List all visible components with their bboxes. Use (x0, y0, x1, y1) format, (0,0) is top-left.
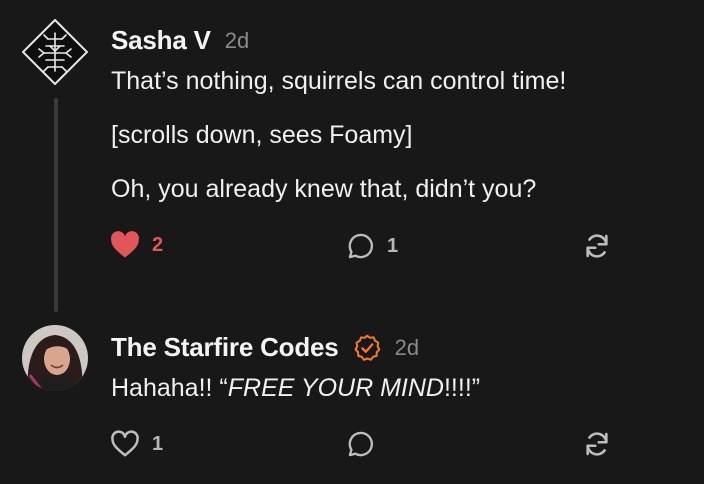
reply-count: 1 (387, 234, 399, 257)
reply-button[interactable] (347, 430, 375, 458)
reply-button[interactable]: 1 (347, 232, 398, 260)
author-name[interactable]: The Starfire Codes (111, 332, 339, 363)
like-count: 2 (152, 233, 164, 256)
thread-line[interactable] (54, 98, 58, 312)
comment-paragraph: Hahaha!! “FREE YOUR MIND!!!!” (111, 374, 480, 403)
comment-text-italic: FREE YOUR MIND (227, 374, 444, 402)
refresh-icon (586, 432, 608, 456)
restack-button[interactable] (583, 232, 611, 260)
like-button[interactable]: 2 (110, 231, 163, 259)
comment-text-prefix: Hahaha!! “ (111, 374, 228, 402)
timestamp[interactable]: 2d (225, 28, 249, 54)
user-photo-avatar (22, 325, 88, 391)
rune-diamond-icon (22, 19, 88, 85)
comment-header: The Starfire Codes 2d (111, 332, 419, 363)
like-count: 1 (152, 432, 164, 455)
restack-button[interactable] (583, 430, 611, 458)
comment-header: Sasha V 2d (111, 25, 249, 56)
avatar[interactable] (22, 325, 88, 391)
like-button[interactable]: 1 (110, 430, 163, 458)
verified-badge-icon (353, 334, 381, 362)
comment-paragraph: That’s nothing, squirrels can control ti… (111, 67, 567, 95)
speech-bubble-icon (348, 431, 373, 457)
author-name[interactable]: Sasha V (111, 25, 211, 56)
avatar[interactable] (22, 19, 88, 85)
heart-outline-icon (111, 430, 139, 457)
comment-paragraph: Oh, you already knew that, didn’t you? (111, 175, 537, 203)
timestamp[interactable]: 2d (395, 335, 419, 361)
comment-text-suffix: !!!!” (443, 374, 481, 402)
heart-filled-icon (111, 231, 139, 258)
comment-paragraph: [scrolls down, sees Foamy] (111, 121, 413, 149)
speech-bubble-icon (348, 233, 373, 259)
refresh-icon (586, 234, 608, 258)
